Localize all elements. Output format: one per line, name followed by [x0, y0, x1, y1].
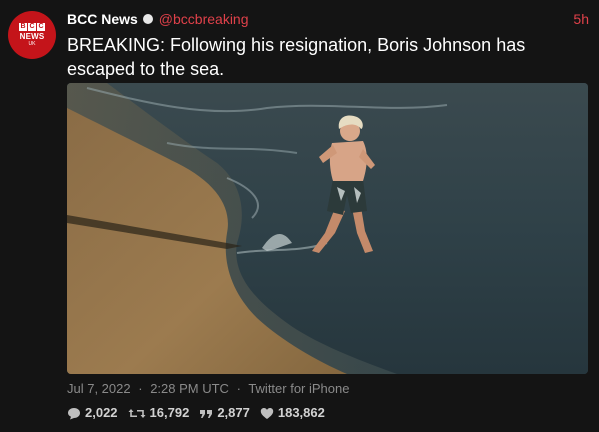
- tweet-source[interactable]: Twitter for iPhone: [248, 381, 349, 396]
- display-name[interactable]: BCC News: [67, 10, 138, 28]
- tweet-stats: 2,022 16,792 2,877 183,862: [67, 404, 335, 422]
- tweet-meta: Jul 7, 2022 · 2:28 PM UTC · Twitter for …: [67, 380, 349, 398]
- tweet-clock[interactable]: 2:28 PM UTC: [150, 381, 229, 396]
- quote-count: 2,877: [217, 405, 250, 420]
- like-stat[interactable]: 183,862: [260, 404, 325, 422]
- tweet-header: BCC News @bccbreaking: [67, 10, 249, 28]
- like-count: 183,862: [277, 405, 325, 420]
- retweet-count: 16,792: [149, 405, 190, 420]
- avatar-news-text: NEWS: [19, 32, 45, 41]
- tweet-time-ago[interactable]: 5h: [573, 10, 589, 28]
- avatar-logo-letter: C: [37, 23, 45, 31]
- reply-count: 2,022: [85, 405, 118, 420]
- quote-stat[interactable]: 2,877: [199, 404, 250, 422]
- avatar-logo-letter: C: [28, 23, 36, 31]
- avatar[interactable]: B C C NEWS UK: [8, 11, 56, 59]
- separator-dot: ·: [138, 381, 143, 396]
- speech-bubble-icon: [68, 407, 80, 419]
- heart-icon: [260, 407, 274, 419]
- avatar-uk-text: UK: [28, 41, 36, 47]
- retweet-stat[interactable]: 16,792: [128, 404, 190, 422]
- reply-stat[interactable]: 2,022: [67, 404, 118, 422]
- retweet-arrows-icon: [128, 408, 146, 418]
- avatar-logo-letter: B: [19, 23, 27, 31]
- tweet-photo[interactable]: [67, 83, 588, 374]
- tweet-date[interactable]: Jul 7, 2022: [67, 381, 131, 396]
- quote-marks-icon: [200, 409, 213, 418]
- user-handle[interactable]: @bccbreaking: [159, 10, 249, 28]
- tweet-text: BREAKING: Following his resignation, Bor…: [67, 35, 526, 79]
- separator-dot: ·: [236, 381, 241, 396]
- tweet-card[interactable]: B C C NEWS UK BCC News @bccbreaking 5h B…: [0, 0, 599, 432]
- avatar-logo: B C C: [19, 23, 45, 31]
- verified-badge-icon: [142, 14, 153, 24]
